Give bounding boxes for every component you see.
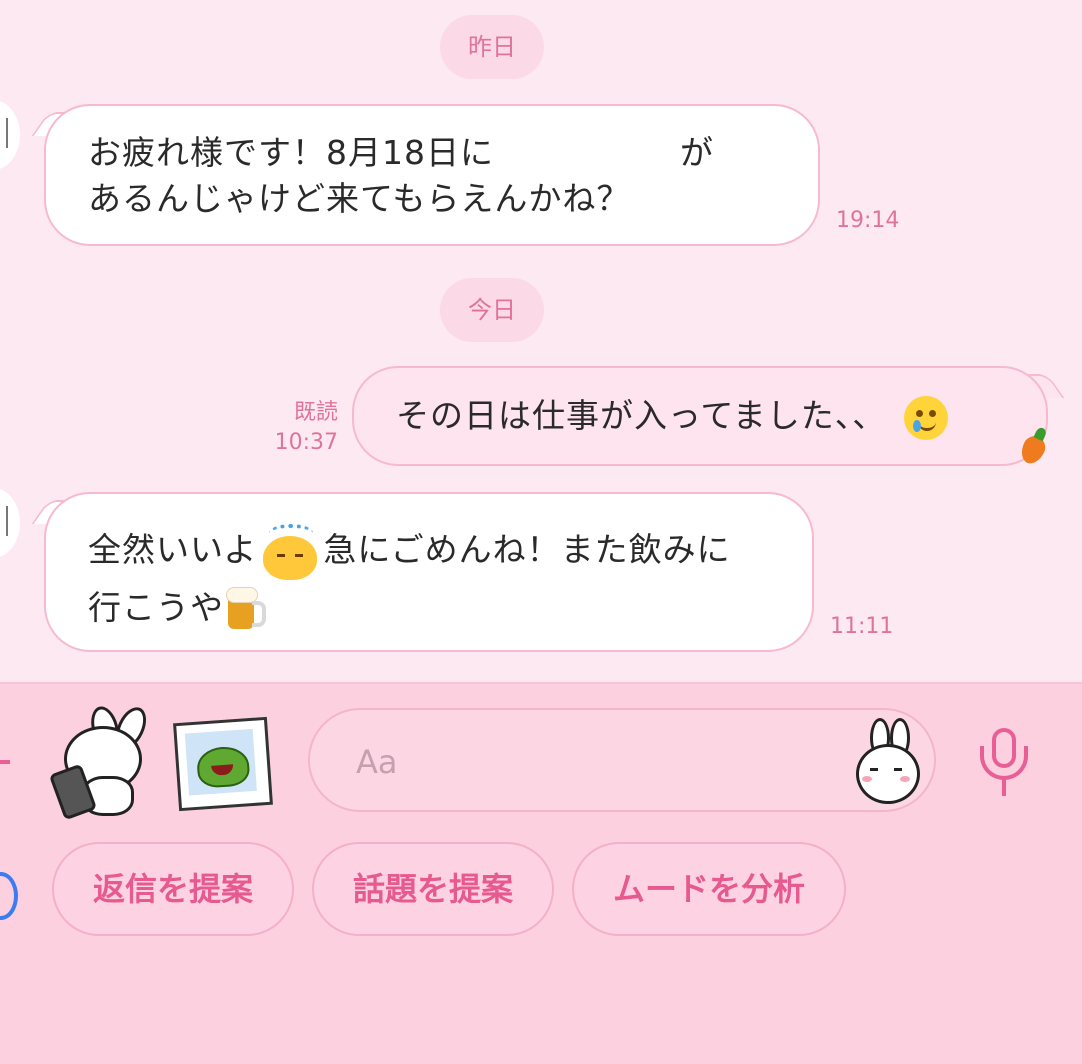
message-line: 全然いいよ 急にごめんね！また飲みに [88,522,772,580]
emoji-sticker-button[interactable] [856,718,920,804]
message-bubble-incoming-2[interactable]: 全然いいよ 急にごめんね！また飲みに 行こうや [44,492,814,652]
message-text: あるんじゃけど来てもらえんかね？ [88,179,631,218]
message-time: 11:11 [830,614,894,639]
sweating-chick-emoji [259,523,321,580]
message-input-box[interactable] [308,708,936,812]
message-text: 全然いいよ [88,530,258,569]
message-text: その日は仕事が入ってました、、 [396,396,887,435]
read-label: 既読 [293,400,338,425]
crying-smile-emoji [903,395,948,440]
suggest-reply-button[interactable]: 返信を提案 [52,842,294,936]
assistant-icon[interactable] [0,872,18,920]
analyze-mood-button[interactable]: ムードを分析 [572,842,846,936]
message-text: 急にごめんね！また飲みに [323,530,731,569]
message-text: が [680,133,714,172]
message-bubble-incoming-1[interactable]: お疲れ様です！8月18日に が あるんじゃけど来てもらえんかね？ [44,104,820,246]
suggest-topic-button[interactable]: 話題を提案 [312,842,554,936]
message-time: 19:14 [836,208,900,233]
avatar[interactable] [0,488,20,558]
message-bubble-outgoing[interactable]: その日は仕事が入ってました、、 [352,366,1048,466]
message-text: お疲れ様です！8月18日に [88,133,494,172]
message-input[interactable] [354,738,828,786]
beer-emoji [226,587,266,631]
plus-icon[interactable] [0,760,10,764]
composer: 返信を提案 話題を提案 ムードを分析 [0,682,1082,1064]
redacted-text [494,134,680,175]
frog-icon [195,745,251,789]
photo-sticker-button[interactable] [173,716,273,812]
date-separator-today: 今日 [440,278,544,342]
chat-area[interactable]: 昨日 お疲れ様です！8月18日に が あるんじゃけど来てもらえんかね？ 19:14… [0,0,1082,682]
read-status: 既読 10:37 [258,398,338,458]
message-time: 10:37 [274,430,338,455]
date-separator-yesterday: 昨日 [440,15,544,79]
message-line: 行こうや [88,580,772,636]
microphone-icon[interactable] [976,728,1032,798]
message-line: お疲れ様です！8月18日に が [88,130,778,176]
sticker-button[interactable] [48,702,153,821]
avatar[interactable] [0,100,20,170]
message-text: 行こうや [88,587,224,627]
